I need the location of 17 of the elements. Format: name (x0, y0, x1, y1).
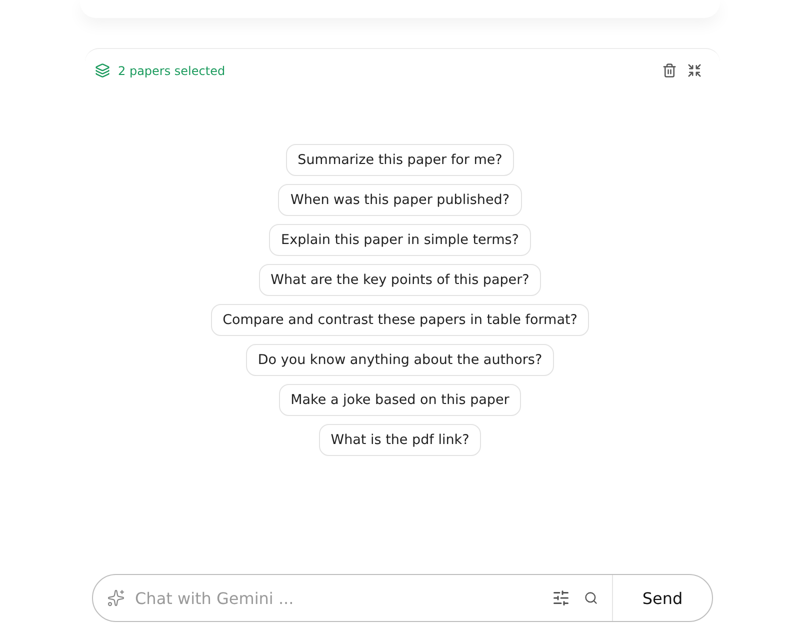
suggestion-chip[interactable]: What is the pdf link? (318, 424, 482, 456)
suggestion-chip[interactable]: Explain this paper in simple terms? (269, 224, 531, 256)
sparkle-icon (107, 589, 125, 607)
filter-icon[interactable] (552, 589, 570, 607)
send-button[interactable]: Send (612, 575, 712, 621)
suggestion-chip[interactable]: Make a joke based on this paper (278, 384, 522, 416)
layers-icon (95, 63, 110, 78)
chat-field[interactable]: Chat with Gemini ... Send (92, 574, 713, 622)
suggestion-chip[interactable]: Summarize this paper for me? (286, 144, 514, 176)
selection-label: 2 papers selected (118, 64, 226, 78)
trash-icon[interactable] (662, 63, 677, 78)
search-icon[interactable] (584, 591, 598, 605)
collapse-icon[interactable] (687, 63, 702, 78)
suggestion-chip[interactable]: What are the key points of this paper? (258, 264, 542, 296)
suggestion-chip[interactable]: When was this paper published? (278, 184, 522, 216)
suggestion-chip[interactable]: Do you know anything about the authors? (246, 344, 554, 376)
suggestion-chip[interactable]: Compare and contrast these papers in table format? (210, 304, 590, 336)
